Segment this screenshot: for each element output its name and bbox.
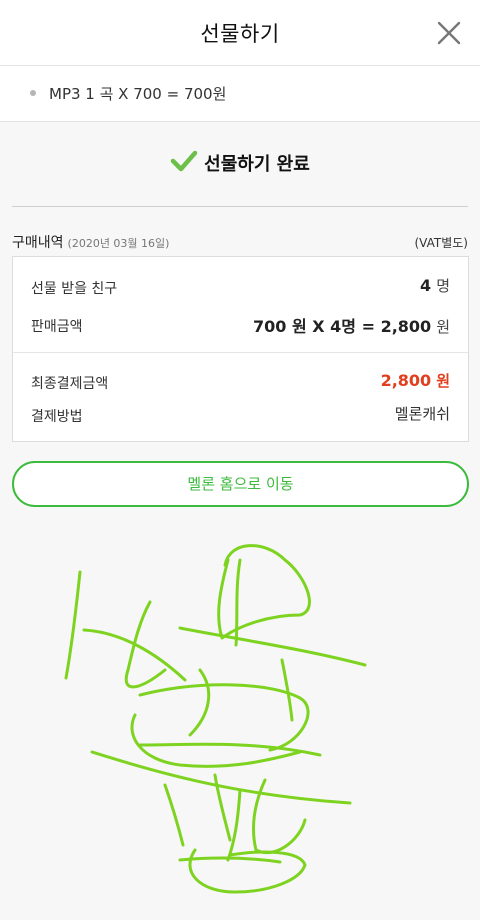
page-title: 선물하기 (200, 22, 280, 46)
completion-status: 선물하기 완료 (0, 148, 480, 178)
gift-item-summary: MP3 1 곡 X 700 = 700원 (0, 66, 480, 122)
receipt-divider (13, 352, 468, 353)
price-unit: 원 (436, 318, 450, 336)
total-label: 최종결제금액 (31, 376, 109, 392)
completion-text: 선물하기 완료 (204, 154, 310, 175)
receipt-box: 선물 받을 친구 4명 판매금액 700 원 X 4명 = 2,800 원 최종결… (12, 256, 469, 442)
purchase-history-title: 구매내역 (12, 235, 64, 251)
price-row: 판매금액 700 원 X 4명 = 2,800 원 (13, 313, 468, 337)
checkmark-icon (170, 149, 198, 177)
total-unit: 원 (436, 372, 450, 390)
recipients-unit: 명 (436, 277, 450, 295)
payment-method-row: 결제방법 멜론캐쉬 (13, 403, 468, 427)
total-row: 최종결제금액 2,800 원 (13, 370, 468, 394)
vat-note: (VAT별도) (414, 236, 469, 250)
recipients-row: 선물 받을 친구 4명 (13, 275, 468, 299)
total-amount: 2,800 (380, 371, 432, 390)
total-value: 2,800 원 (381, 370, 450, 391)
handwritten-scribble-icon (0, 520, 480, 920)
recipients-count: 4 (420, 276, 432, 295)
bullet-icon (30, 90, 36, 96)
purchase-history-header: 구매내역 (2020년 03월 16일) (VAT별도) (12, 232, 468, 252)
gift-item-text: MP3 1 곡 X 700 = 700원 (49, 85, 227, 103)
recipients-label: 선물 받을 친구 (31, 281, 118, 297)
price-value: 700 원 X 4명 = 2,800 원 (253, 313, 450, 337)
header: 선물하기 (0, 0, 480, 66)
price-label: 판매금액 (31, 319, 83, 335)
purchase-date: (2020년 03월 16일) (67, 237, 170, 250)
close-icon[interactable] (432, 16, 466, 50)
price-formula: 700 원 X 4명 = 2,800 (253, 317, 432, 336)
payment-method-label: 결제방법 (31, 409, 83, 425)
payment-method-value: 멜론캐쉬 (394, 405, 450, 423)
recipients-value: 4명 (420, 275, 450, 296)
divider (12, 206, 468, 207)
go-melon-home-button[interactable]: 멜론 홈으로 이동 (12, 461, 469, 507)
